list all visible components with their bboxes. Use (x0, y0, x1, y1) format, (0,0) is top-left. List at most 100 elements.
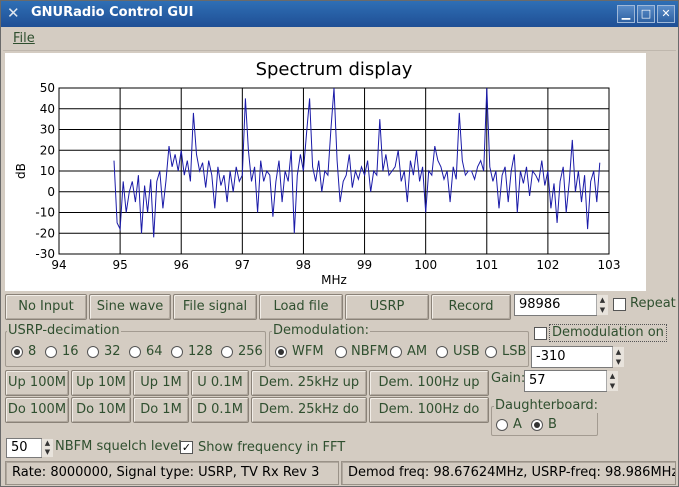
decimation-label-8: 8 (28, 344, 37, 359)
load-file-button[interactable]: Load file (259, 294, 343, 320)
file-signal-button[interactable]: File signal (173, 294, 257, 320)
daughterboard-label: Daughterboard: (494, 398, 600, 413)
gain-label: Gain: (491, 371, 526, 386)
repeat-checkbox[interactable] (613, 298, 626, 311)
decimation-radio-32[interactable] (87, 346, 99, 358)
dem-25khz-up-button[interactable]: Dem. 25kHz up (251, 370, 367, 396)
no-input-button[interactable]: No Input (5, 294, 87, 320)
menu-file[interactable]: File (13, 31, 35, 46)
up-100m-button[interactable]: Up 100M (5, 370, 69, 396)
gain-input[interactable]: 57 (524, 370, 607, 392)
demod-radio-wfm[interactable] (275, 346, 287, 358)
demod-label-usb: USB (453, 344, 480, 359)
x-tick-label: 97 (235, 258, 250, 272)
status-rate: Rate: 8000000, Signal type: USRP, TV Rx … (5, 461, 339, 485)
y-tick-label: 50 (40, 81, 55, 95)
frequency-down-arrow-icon[interactable]: ▼ (596, 305, 608, 315)
show-frequency-checkbox[interactable]: ✓ (180, 441, 193, 454)
menu-bar: File (3, 27, 676, 51)
demodulation-label: Demodulation: (272, 323, 370, 338)
down-10m-button[interactable]: Do 10M (71, 397, 131, 423)
decimation-radio-8[interactable] (11, 346, 23, 358)
y-tick-label: 0 (47, 185, 55, 199)
main-window: ✕ GNURadio Control GUI ▁ □ ✕ File Spectr… (0, 0, 679, 487)
window-title: GNURadio Control GUI (31, 5, 194, 20)
x-tick-label: 103 (598, 258, 621, 272)
show-frequency-label: Show frequency in FFT (198, 440, 346, 455)
minimize-button[interactable]: ▁ (617, 5, 635, 23)
down-100m-button[interactable]: Do 100M (5, 397, 69, 423)
squelch-up-arrow-icon[interactable]: ▲ (41, 439, 53, 448)
y-tick-label: -10 (35, 206, 55, 220)
x-tick-label: 101 (475, 258, 498, 272)
demodulation-on-checkbox[interactable] (534, 327, 547, 340)
x-tick-label: 99 (357, 258, 372, 272)
down-1m-button[interactable]: Do 1M (133, 397, 189, 423)
y-tick-label: 10 (40, 164, 55, 178)
demod-radio-lsb[interactable] (485, 346, 497, 358)
squelch-label: NBFM squelch level (55, 439, 182, 454)
daughterboard-radio-b[interactable] (531, 419, 543, 431)
sine-wave-button[interactable]: Sine wave (89, 294, 171, 320)
demod-radio-usb[interactable] (436, 346, 448, 358)
status-demod-freq: Demod freq: 98.67624MHz, USRP-freq: 98.9… (341, 461, 676, 485)
daughterboard-label-a: A (513, 417, 522, 432)
chart-title: Spectrum display (256, 59, 413, 80)
x-tick-label: 98 (296, 258, 311, 272)
status-bar: Rate: 8000000, Signal type: USRP, TV Rx … (3, 461, 676, 485)
demod-label-am: AM (407, 344, 428, 359)
record-button[interactable]: Record (431, 294, 511, 320)
x-tools-icon: ✕ (7, 4, 20, 22)
decimation-label-64: 64 (146, 344, 163, 359)
demodulation-on-label: Demodulation on (549, 324, 667, 342)
x-tick-label: 95 (112, 258, 127, 272)
decimation-radio-128[interactable] (171, 346, 183, 358)
y-tick-label: 40 (40, 102, 55, 116)
decimation-radio-64[interactable] (129, 346, 141, 358)
x-tick-label: 96 (174, 258, 189, 272)
gain-up-arrow-icon[interactable]: ▲ (606, 371, 618, 381)
x-tick-label: 102 (536, 258, 559, 272)
up-1m-button[interactable]: Up 1M (133, 370, 189, 396)
down-01m-button[interactable]: D 0.1M (191, 397, 249, 423)
spectrum-plot: Spectrum display 94 95 96 97 98 99 100 101 102 103… (5, 53, 646, 291)
repeat-label: Repeat (630, 296, 676, 311)
decimation-label-32: 32 (104, 344, 121, 359)
decimation-label-16: 16 (62, 344, 79, 359)
y-axis-label: dB (14, 163, 28, 179)
daughterboard-radio-a[interactable] (496, 419, 508, 431)
y-tick-label: 30 (40, 123, 55, 137)
spectrum-series-line (113, 87, 601, 238)
usrp-button[interactable]: USRP (345, 294, 429, 320)
dem-100hz-down-button[interactable]: Dem. 100Hz do (369, 397, 489, 423)
x-axis-label: MHz (321, 273, 347, 287)
close-button[interactable]: ✕ (657, 5, 675, 23)
demod-offset-input[interactable]: -310 (531, 346, 613, 368)
y-tick-label: 20 (40, 143, 55, 157)
squelch-down-arrow-icon[interactable]: ▼ (41, 448, 53, 457)
frequency-up-arrow-icon[interactable]: ▲ (596, 295, 608, 305)
dem-100hz-up-button[interactable]: Dem. 100Hz up (369, 370, 489, 396)
decimation-radio-256[interactable] (221, 346, 233, 358)
title-bar[interactable]: ✕ GNURadio Control GUI ▁ □ ✕ (1, 1, 678, 27)
demod-radio-nbfm[interactable] (335, 346, 347, 358)
demod-label-lsb: LSB (502, 344, 527, 359)
maximize-button[interactable]: □ (637, 5, 655, 23)
offset-down-arrow-icon[interactable]: ▼ (612, 357, 624, 367)
frequency-input[interactable]: 98986 (514, 294, 597, 316)
demod-label-nbfm: NBFM (351, 344, 389, 359)
decimation-label: USRP-decimation (7, 323, 121, 338)
up-10m-button[interactable]: Up 10M (71, 370, 131, 396)
gain-down-arrow-icon[interactable]: ▼ (606, 381, 618, 391)
squelch-input[interactable]: 50 (6, 438, 42, 458)
demod-radio-am[interactable] (390, 346, 402, 358)
up-01m-button[interactable]: U 0.1M (191, 370, 249, 396)
decimation-radio-16[interactable] (45, 346, 57, 358)
decimation-label-256: 256 (238, 344, 263, 359)
daughterboard-label-b: B (548, 417, 557, 432)
y-tick-label: -20 (35, 226, 55, 240)
x-tick-label: 100 (414, 258, 437, 272)
offset-up-arrow-icon[interactable]: ▲ (612, 347, 624, 357)
dem-25khz-down-button[interactable]: Dem. 25kHz do (251, 397, 367, 423)
demod-label-wfm: WFM (292, 344, 324, 359)
